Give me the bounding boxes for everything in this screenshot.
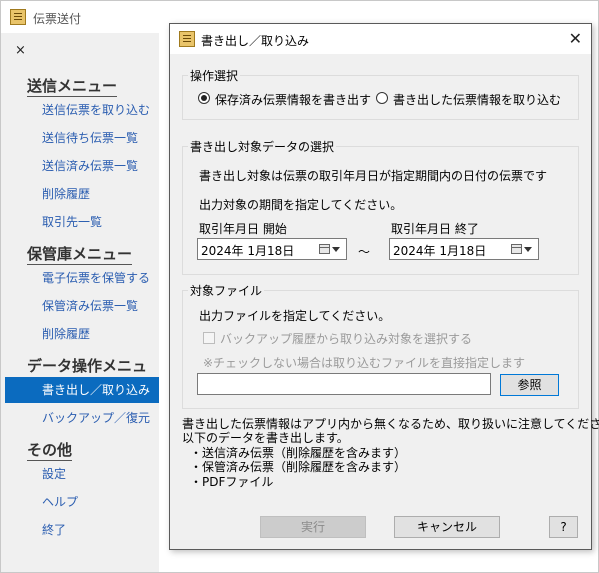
calendar-icon[interactable] <box>319 244 330 254</box>
sidebar-item-send-delete-history[interactable]: 削除履歴 <box>42 186 90 202</box>
sidebar-item-settings[interactable]: 設定 <box>42 466 66 482</box>
sidebar-item-export-import[interactable]: 書き出し／取り込み <box>5 377 159 403</box>
target-data-description: 書き出し対象は伝票の取引年月日が指定期間内の日付の伝票です <box>199 169 548 183</box>
sidebar-item-store-slips[interactable]: 電子伝票を保管する <box>42 270 150 286</box>
menu-heading-vault: 保管庫メニュー <box>27 245 133 265</box>
sidebar-item-exit[interactable]: 終了 <box>42 522 66 538</box>
sidebar-item-help[interactable]: ヘルプ <box>42 494 78 510</box>
calendar-icon[interactable] <box>511 244 522 254</box>
start-date-value: 2024年 1月18日 <box>201 244 295 258</box>
output-file-instruction: 出力ファイルを指定してください。 <box>199 309 391 323</box>
dialog-close-icon[interactable]: ✕ <box>569 29 582 48</box>
chevron-down-icon[interactable] <box>332 247 340 252</box>
sidebar-item-import-send-slips[interactable]: 送信伝票を取り込む <box>42 102 150 118</box>
sidebar-item-backup-restore[interactable]: バックアップ／復元 <box>42 410 150 426</box>
backup-history-checkbox-label[interactable]: バックアップ履歴から取り込み対象を選択する <box>220 330 472 347</box>
dialog-app-icon <box>179 31 195 47</box>
app-icon <box>10 9 26 25</box>
direct-file-note: ※チェックしない場合は取り込むファイルを直接指定します <box>203 356 526 370</box>
target-file-group-label: 対象ファイル <box>188 282 265 299</box>
sidebar: × 送信メニュー 送信伝票を取り込む 送信待ち伝票一覧 送信済み伝票一覧 削除履… <box>1 33 159 572</box>
sidebar-item-pending-slips[interactable]: 送信待ち伝票一覧 <box>42 130 138 146</box>
dialog-title-bar: 書き出し／取り込み ✕ <box>170 24 591 54</box>
end-date-value: 2024年 1月18日 <box>393 244 487 258</box>
target-data-group-label: 書き出し対象データの選択 <box>188 138 337 155</box>
sidebar-item-vault-delete-history[interactable]: 削除履歴 <box>42 326 90 342</box>
export-import-dialog: 書き出し／取り込み ✕ 操作選択 保存済み伝票情報を書き出す 書き出した伝票情報… <box>169 23 599 550</box>
file-path-input[interactable] <box>197 373 491 395</box>
chevron-down-icon[interactable] <box>524 247 532 252</box>
date-range-separator: ～ <box>358 245 371 259</box>
backup-history-checkbox[interactable] <box>203 332 215 344</box>
execute-button[interactable]: 実行 <box>260 516 366 538</box>
sidebar-item-partners[interactable]: 取引先一覧 <box>42 214 102 230</box>
dialog-title: 書き出し／取り込み <box>201 34 310 48</box>
main-window-title: 伝票送付 <box>33 12 82 26</box>
notice-line-5: ・PDFファイル <box>190 475 274 489</box>
sidebar-item-stored-slips[interactable]: 保管済み伝票一覧 <box>42 298 138 314</box>
radio-import[interactable] <box>376 92 388 104</box>
radio-import-label[interactable]: 書き出した伝票情報を取り込む <box>393 91 561 108</box>
end-date-label: 取引年月日 終了 <box>391 222 479 236</box>
operation-group-label: 操作選択 <box>188 67 241 84</box>
end-date-picker[interactable]: 2024年 1月18日 <box>389 238 539 260</box>
help-button[interactable]: ? <box>549 516 578 538</box>
menu-heading-send: 送信メニュー <box>27 77 118 97</box>
browse-button[interactable]: 参照 <box>500 374 559 396</box>
sidebar-item-sent-slips[interactable]: 送信済み伝票一覧 <box>42 158 138 174</box>
start-date-picker[interactable]: 2024年 1月18日 <box>197 238 347 260</box>
radio-export-label[interactable]: 保存済み伝票情報を書き出す <box>215 91 371 108</box>
cancel-button[interactable]: キャンセル <box>394 516 500 538</box>
start-date-label: 取引年月日 開始 <box>199 222 287 236</box>
period-instruction: 出力対象の期間を指定してください。 <box>199 198 403 212</box>
sidebar-close-icon[interactable]: × <box>15 43 26 58</box>
radio-export[interactable] <box>198 92 210 104</box>
menu-heading-other: その他 <box>27 441 73 461</box>
